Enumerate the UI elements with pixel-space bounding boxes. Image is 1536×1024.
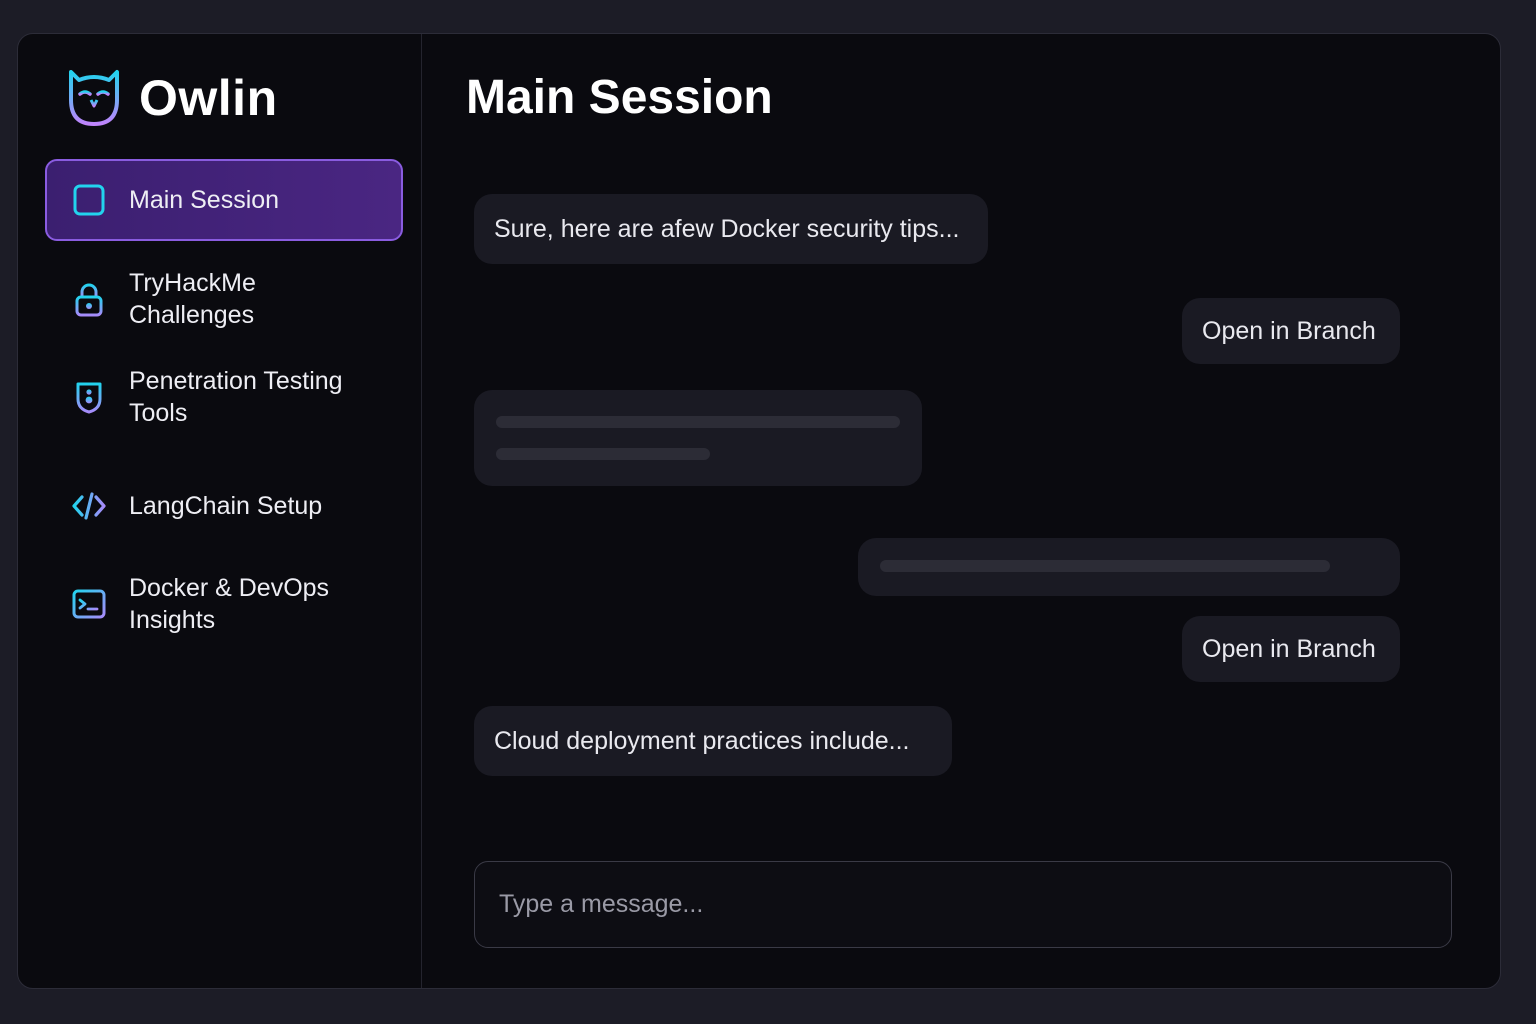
sidebar-item-pentest-tools[interactable]: Penetration Testing Tools	[45, 357, 403, 437]
app-name: Owlin	[139, 70, 278, 126]
sidebar-item-tryhackme[interactable]: TryHackMe Challenges	[45, 259, 403, 339]
button-label: Open in Branch	[1202, 634, 1376, 663]
shield-icon	[76, 382, 102, 414]
sidebar-item-label: Docker & DevOps Insights	[129, 574, 330, 634]
sidebar-item-label: TryHackMe Challenges	[129, 269, 256, 329]
sidebar-item-label: Main Session	[129, 186, 280, 214]
sidebar-item-label: Penetration Testing Tools	[129, 367, 343, 427]
loading-message-bubble	[474, 390, 922, 486]
open-in-branch-button[interactable]: Open in Branch	[1182, 298, 1400, 364]
loading-message-bubble	[858, 538, 1400, 596]
lock-icon	[75, 283, 103, 317]
sidebar-item-docker-devops[interactable]: Docker & DevOps Insights	[45, 564, 403, 644]
message-bubble: Cloud deployment practices include...	[474, 706, 952, 776]
terminal-icon	[72, 589, 106, 619]
sidebar: Owlin Main Session TryHackMe Challenges	[18, 34, 422, 988]
page-title: Main Session	[466, 71, 773, 124]
message-input[interactable]	[475, 862, 1451, 947]
brand: Owlin	[65, 68, 278, 128]
chat-panel: Main Session Sure, here are afew Docker …	[422, 34, 1500, 988]
skeleton-line	[496, 448, 710, 460]
message-composer	[474, 861, 1452, 948]
open-in-branch-button[interactable]: Open in Branch	[1182, 616, 1400, 682]
skeleton-line	[496, 416, 900, 428]
code-icon	[72, 492, 106, 520]
square-icon	[73, 184, 105, 216]
owl-icon	[69, 70, 119, 126]
button-label: Open in Branch	[1202, 316, 1376, 345]
app-window: Owlin Main Session TryHackMe Challenges	[17, 33, 1501, 989]
sidebar-item-main-session[interactable]: Main Session	[45, 159, 403, 241]
message-text: Sure, here are afew Docker security tips…	[494, 214, 960, 243]
message-bubble: Sure, here are afew Docker security tips…	[474, 194, 988, 264]
sidebar-item-label: LangChain Setup	[129, 492, 323, 520]
skeleton-line	[880, 560, 1330, 572]
message-text: Cloud deployment practices include...	[494, 726, 910, 755]
sidebar-item-langchain[interactable]: LangChain Setup	[45, 466, 403, 546]
